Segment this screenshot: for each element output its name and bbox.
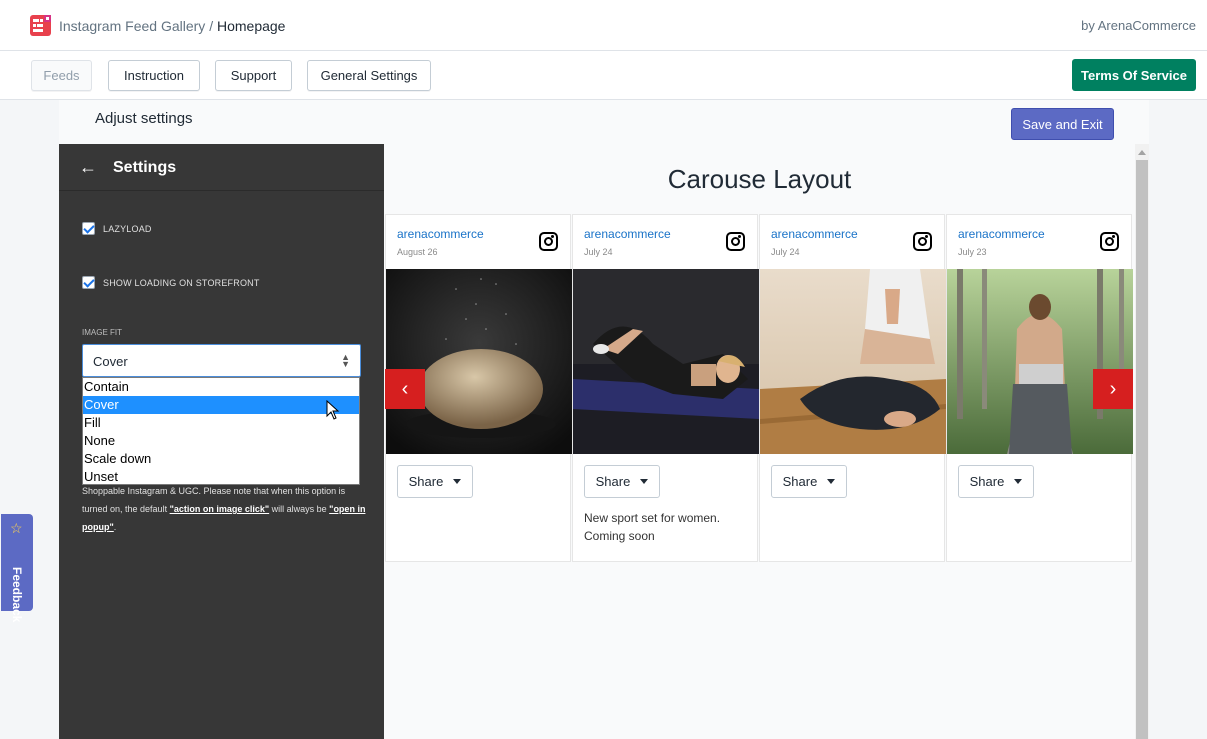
option-contain[interactable]: Contain <box>83 378 359 396</box>
settings-panel: ← Settings LAZYLOAD SHOW LOADING ON STOR… <box>59 144 384 739</box>
option-scale-down[interactable]: Scale down <box>83 450 359 468</box>
lazyload-checkbox[interactable] <box>82 222 95 235</box>
instruction-button[interactable]: Instruction <box>108 60 200 91</box>
post-image-yoga[interactable] <box>760 269 946 454</box>
post-card[interactable]: arenacommerce July 24 Share <box>759 214 946 562</box>
post-date: August 26 <box>397 247 438 257</box>
option-none[interactable]: None <box>83 432 359 450</box>
app-logo-icon <box>30 15 51 36</box>
post-caption: New sport set for women. Coming soon <box>584 511 721 543</box>
arrow-left-icon[interactable]: ← <box>79 157 97 178</box>
image-fit-select[interactable]: Cover ▲ ▼ <box>82 344 361 377</box>
option-cover[interactable]: Cover <box>83 396 359 414</box>
feeds-button[interactable]: Feeds <box>31 60 92 91</box>
settings-header: ← Settings <box>59 144 384 191</box>
star-icon: ☆ <box>10 520 23 536</box>
share-button[interactable]: Share <box>397 465 473 498</box>
top-bar: Instagram Feed Gallery / Homepage by Are… <box>0 0 1207 51</box>
byline: by ArenaCommerce <box>1081 18 1196 33</box>
save-and-exit-button[interactable]: Save and Exit <box>1011 108 1114 140</box>
post-image-bread[interactable] <box>386 269 572 454</box>
post-username[interactable]: arenacommerce <box>771 227 858 241</box>
general-settings-button[interactable]: General Settings <box>307 60 431 91</box>
breadcrumb-app[interactable]: Instagram Feed Gallery <box>59 18 205 34</box>
terms-of-service-button[interactable]: Terms Of Service <box>1072 59 1196 91</box>
breadcrumb: Instagram Feed Gallery / Homepage <box>59 18 285 34</box>
post-image-workout[interactable] <box>573 269 759 454</box>
breadcrumb-current: Homepage <box>216 18 286 34</box>
image-fit-dropdown: Contain Cover Fill None Scale down Unset <box>82 377 360 485</box>
caret-down-icon <box>453 479 462 484</box>
help-mid: will always be <box>269 504 330 514</box>
image-fit-label: IMAGE FIT <box>82 328 122 337</box>
caret-down-icon <box>827 479 836 484</box>
caret-down-icon <box>1014 479 1023 484</box>
feedback-tab[interactable]: ☆ Feedback <box>1 514 33 623</box>
scroll-up-icon[interactable] <box>1138 150 1146 155</box>
help-link-action[interactable]: "action on image click" <box>170 504 270 514</box>
post-username[interactable]: arenacommerce <box>958 227 1045 241</box>
post-username[interactable]: arenacommerce <box>584 227 671 241</box>
settings-title: Settings <box>113 159 177 176</box>
share-label: Share <box>969 474 1005 489</box>
instagram-icon[interactable] <box>1100 232 1119 251</box>
share-label: Share <box>595 474 631 489</box>
scrollbar[interactable] <box>1135 144 1149 739</box>
caret-down-icon <box>640 479 649 484</box>
image-fit-value: Cover <box>93 354 128 369</box>
post-card[interactable]: arenacommerce July 24 Share New sport se… <box>572 214 759 562</box>
breadcrumb-separator: / <box>209 18 214 34</box>
show-loading-checkbox[interactable] <box>82 276 95 289</box>
mouse-cursor-icon <box>326 400 340 420</box>
share-button[interactable]: Share <box>771 465 847 498</box>
share-button[interactable]: Share <box>584 465 660 498</box>
left-gutter <box>0 100 59 739</box>
chevron-right-icon[interactable]: › <box>1093 369 1133 409</box>
post-username[interactable]: arenacommerce <box>397 227 484 241</box>
support-button[interactable]: Support <box>215 60 292 91</box>
option-fill[interactable]: Fill <box>83 414 359 432</box>
select-arrows-icon: ▲ ▼ <box>341 352 350 369</box>
instagram-icon[interactable] <box>539 232 558 251</box>
post-image-park[interactable] <box>947 269 1133 454</box>
instagram-icon[interactable] <box>726 232 745 251</box>
post-date: July 24 <box>584 247 613 257</box>
share-label: Share <box>782 474 818 489</box>
post-date: July 23 <box>958 247 987 257</box>
show-loading-label: SHOW LOADING ON STOREFRONT <box>103 278 260 288</box>
help-text: Shoppable Instagram & UGC. Please note t… <box>82 482 367 536</box>
carousel-title: Carouse Layout <box>667 164 852 194</box>
lazyload-label: LAZYLOAD <box>103 224 152 234</box>
post-date: July 24 <box>771 247 800 257</box>
help-suffix: . <box>113 522 117 532</box>
preview-area: Carouse Layout arenacommerce August 26 S… <box>384 144 1135 739</box>
instagram-icon[interactable] <box>913 232 932 251</box>
feedback-label: Feedback <box>10 567 24 623</box>
share-button[interactable]: Share <box>958 465 1034 498</box>
chevron-left-icon[interactable]: ‹ <box>385 369 425 409</box>
nav-bar: Feeds Instruction Support General Settin… <box>0 51 1207 100</box>
share-label: Share <box>408 474 444 489</box>
scrollbar-thumb[interactable] <box>1136 160 1148 739</box>
page-title: Adjust settings <box>95 110 193 127</box>
